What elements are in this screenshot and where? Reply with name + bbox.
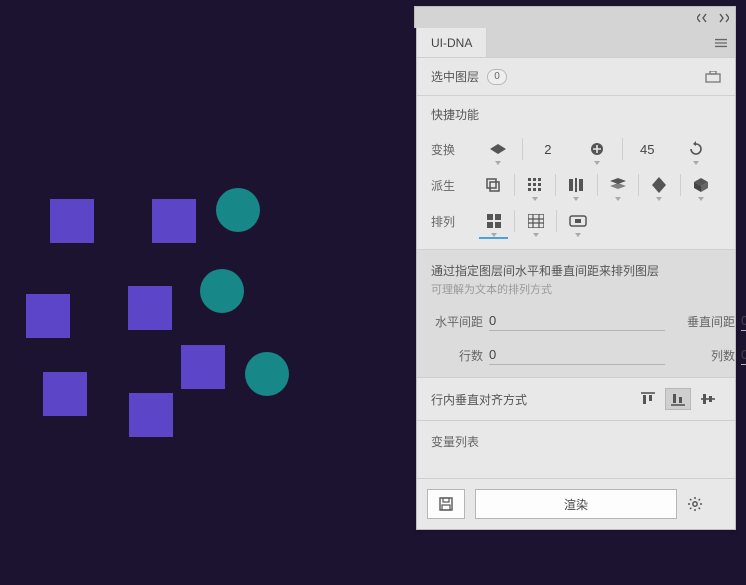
transform-add-button[interactable] [572, 131, 621, 167]
save-button[interactable] [427, 489, 465, 519]
transform-scale-value[interactable]: 2 [523, 131, 572, 167]
vertical-align-label: 行内垂直对齐方式 [431, 391, 527, 408]
cols-label: 列数 [683, 347, 735, 364]
ui-dna-panel: UI-DNA 选中图层 0 快捷功能 变换 [416, 27, 736, 530]
shape-circle[interactable] [245, 352, 289, 396]
render-button[interactable]: 渲染 [475, 489, 677, 519]
variable-list-label: 变量列表 [431, 435, 479, 449]
arrange-detail-section: 通过指定图层间水平和垂直间距来排列图层 可理解为文本的排列方式 水平间距 垂直间… [417, 250, 735, 378]
shape-square[interactable] [43, 372, 87, 416]
derive-row: 派生 [431, 167, 721, 203]
h-gap-label: 水平间距 [431, 313, 483, 330]
quick-functions-label: 快捷功能 [431, 106, 721, 123]
align-middle-button[interactable] [695, 388, 721, 410]
rows-label: 行数 [431, 347, 483, 364]
derive-grid-button[interactable] [515, 167, 556, 203]
panel-footer: 渲染 [417, 478, 735, 529]
shape-square[interactable] [152, 199, 196, 243]
transform-row: 变换 2 45 [431, 131, 721, 167]
shape-circle[interactable] [200, 269, 244, 313]
shape-square[interactable] [26, 294, 70, 338]
transform-rotate-value[interactable]: 45 [623, 131, 672, 167]
align-top-button[interactable] [635, 388, 661, 410]
derive-copy-button[interactable] [473, 167, 514, 203]
selected-layers-section: 选中图层 0 [417, 58, 735, 96]
arrange-label: 排列 [431, 213, 473, 230]
derive-label: 派生 [431, 177, 473, 194]
v-gap-label: 垂直间距 [683, 313, 735, 330]
tab-spacer [487, 28, 735, 57]
derive-diamond-button[interactable] [639, 167, 680, 203]
quick-functions-section: 快捷功能 变换 2 45 [417, 96, 735, 250]
panel-titlebar[interactable] [414, 6, 736, 28]
transform-rotate-button[interactable] [672, 131, 721, 167]
selected-layers-label: 选中图层 [431, 68, 479, 85]
derive-stack-button[interactable] [598, 167, 639, 203]
toolbox-icon[interactable] [705, 71, 721, 83]
shape-square[interactable] [129, 393, 173, 437]
collapse-icon[interactable] [697, 12, 709, 24]
derive-mirror-button[interactable] [556, 167, 597, 203]
derive-cube-button[interactable] [681, 167, 722, 203]
detail-hint-2: 可理解为文本的排列方式 [431, 281, 721, 297]
expand-icon[interactable] [717, 12, 729, 24]
shape-circle[interactable] [216, 188, 260, 232]
arrange-tile-button[interactable] [473, 203, 514, 239]
shape-square[interactable] [128, 286, 172, 330]
detail-hint-1: 通过指定图层间水平和垂直间距来排列图层 [431, 262, 721, 279]
transform-layer-button[interactable] [473, 131, 522, 167]
transform-label: 变换 [431, 141, 473, 158]
h-gap-input[interactable] [489, 311, 665, 331]
align-bottom-button[interactable] [665, 388, 691, 410]
v-gap-input[interactable] [741, 311, 746, 331]
vertical-align-section: 行内垂直对齐方式 [417, 378, 735, 421]
arrange-fit-button[interactable] [557, 203, 598, 239]
shape-square[interactable] [50, 199, 94, 243]
shape-square[interactable] [181, 345, 225, 389]
arrange-table-button[interactable] [515, 203, 556, 239]
tab-row: UI-DNA [417, 28, 735, 58]
settings-button[interactable] [687, 496, 725, 512]
variable-list-section[interactable]: 变量列表 [417, 421, 735, 478]
selected-count-badge: 0 [487, 69, 507, 85]
arrange-row: 排列 [431, 203, 721, 239]
tab-ui-dna[interactable]: UI-DNA [417, 28, 487, 57]
panel-menu-icon[interactable] [715, 37, 727, 49]
cols-input[interactable] [741, 345, 746, 365]
rows-input[interactable] [489, 345, 665, 365]
